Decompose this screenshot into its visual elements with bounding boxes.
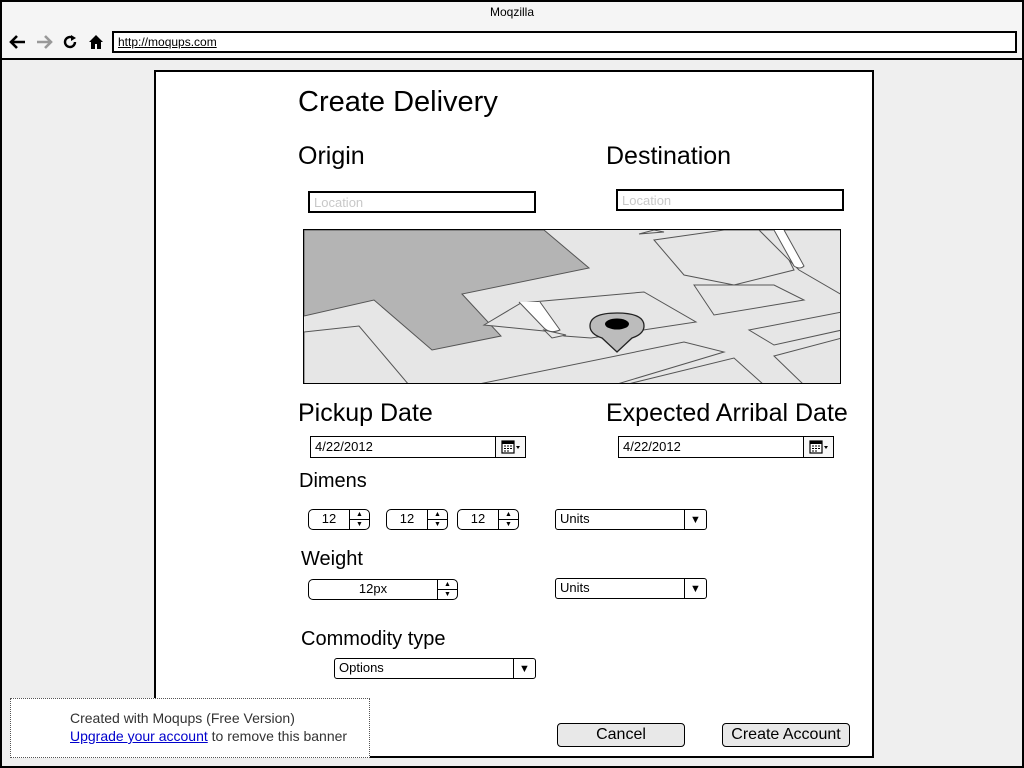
form-page: Create Delivery Origin Destination Locat… <box>154 70 874 758</box>
stepper-down-icon[interactable]: ▼ <box>438 589 457 599</box>
weight-stepper[interactable]: 12px ▲ ▼ <box>308 579 458 600</box>
pickup-calendar-button[interactable] <box>495 437 525 457</box>
upgrade-account-link[interactable]: Upgrade your account <box>70 728 208 744</box>
back-button[interactable] <box>8 32 28 52</box>
pickup-date-value: 4/22/2012 <box>315 439 373 454</box>
page-title: Create Delivery <box>298 86 498 118</box>
stepper-down-icon[interactable]: ▼ <box>428 519 447 529</box>
stepper-down-icon[interactable]: ▼ <box>499 519 518 529</box>
browser-titlebar: Moqzilla http://moqups.com <box>2 2 1022 60</box>
pickup-date-label: Pickup Date <box>298 399 433 427</box>
cancel-button[interactable]: Cancel <box>557 723 685 747</box>
calendar-icon <box>808 440 828 454</box>
expected-calendar-button[interactable] <box>803 437 833 457</box>
expected-date-picker[interactable]: 4/22/2012 <box>618 436 834 458</box>
chevron-down-icon: ▼ <box>513 659 535 678</box>
reload-button[interactable] <box>60 32 80 52</box>
weight-units-value: Units <box>560 580 590 595</box>
destination-input-box[interactable] <box>616 189 844 211</box>
dimens-height-value: 12 <box>470 511 486 526</box>
map-graphic <box>304 230 840 383</box>
banner-text: Created with Moqups (Free Version) <box>70 710 295 726</box>
stepper-up-icon[interactable]: ▲ <box>428 510 447 519</box>
origin-label: Origin <box>298 142 365 170</box>
commodity-type-value: Options <box>339 660 384 675</box>
commodity-type-select[interactable]: Options ▼ <box>334 658 536 679</box>
dimens-units-value: Units <box>560 511 590 526</box>
chevron-down-icon: ▼ <box>684 510 706 529</box>
banner-line2: Upgrade your account to remove this bann… <box>70 727 369 745</box>
weight-units-select[interactable]: Units ▼ <box>555 578 707 599</box>
home-button[interactable] <box>86 32 106 52</box>
origin-input-box[interactable] <box>308 191 536 213</box>
home-icon <box>89 35 103 49</box>
origin-input[interactable] <box>314 195 530 210</box>
stepper-down-icon[interactable]: ▼ <box>350 519 369 529</box>
expected-date-label: Expected Arribal Date <box>606 399 848 427</box>
stepper-up-icon[interactable]: ▲ <box>438 580 457 589</box>
window-title: Moqzilla <box>489 5 534 19</box>
arrow-right-icon <box>37 35 53 49</box>
commodity-type-label: Commodity type <box>301 628 446 650</box>
chevron-down-icon: ▼ <box>684 579 706 598</box>
browser-viewport: Create Delivery Origin Destination Locat… <box>2 60 1022 766</box>
destination-label: Destination <box>606 142 732 170</box>
stepper-up-icon[interactable]: ▲ <box>499 510 518 519</box>
dimens-length-stepper[interactable]: 12 ▲ ▼ <box>308 509 370 530</box>
address-bar[interactable]: http://moqups.com <box>112 31 1017 53</box>
dimens-units-select[interactable]: Units ▼ <box>555 509 707 530</box>
browser-window: Moqzilla http://moqups.com Create Delive… <box>0 0 1024 768</box>
arrow-left-icon <box>9 35 25 49</box>
pickup-date-picker[interactable]: 4/22/2012 <box>310 436 526 458</box>
map-view[interactable] <box>303 229 841 384</box>
stepper-up-icon[interactable]: ▲ <box>350 510 369 519</box>
expected-date-value: 4/22/2012 <box>623 439 681 454</box>
dimens-length-value: 12 <box>321 511 337 526</box>
destination-input[interactable] <box>622 193 838 208</box>
banner-suffix: to remove this banner <box>207 728 348 744</box>
weight-value: 12px <box>358 581 388 596</box>
forward-button[interactable] <box>34 32 54 52</box>
dimens-height-stepper[interactable]: 12 ▲ ▼ <box>457 509 519 530</box>
reload-icon <box>63 35 77 49</box>
moqups-banner: Created with Moqups (Free Version) Upgra… <box>10 698 370 758</box>
weight-label: Weight <box>301 548 363 570</box>
dimens-width-value: 12 <box>399 511 415 526</box>
create-account-button[interactable]: Create Account <box>722 723 850 747</box>
calendar-icon <box>500 440 520 454</box>
dimens-width-stepper[interactable]: 12 ▲ ▼ <box>386 509 448 530</box>
dimens-label: Dimens <box>299 470 367 492</box>
